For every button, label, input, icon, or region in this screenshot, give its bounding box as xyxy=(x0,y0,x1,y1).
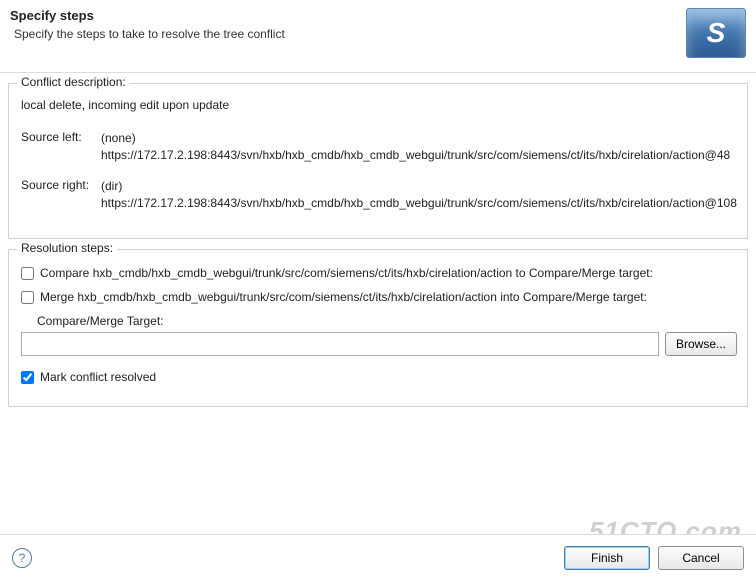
page-subtitle: Specify the steps to take to resolve the… xyxy=(14,27,686,41)
mark-resolved-checkbox[interactable] xyxy=(21,371,34,384)
compare-label: Compare hxb_cmdb/hxb_cmdb_webgui/trunk/s… xyxy=(40,266,653,280)
app-logo-icon: S xyxy=(686,8,746,58)
target-input[interactable] xyxy=(21,332,659,356)
merge-label: Merge hxb_cmdb/hxb_cmdb_webgui/trunk/src… xyxy=(40,290,647,304)
conflict-group-title: Conflict description: xyxy=(17,75,130,89)
merge-checkbox[interactable] xyxy=(21,291,34,304)
source-left-kind: (none) xyxy=(101,130,737,147)
source-right-kind: (dir) xyxy=(101,178,737,195)
compare-checkbox[interactable] xyxy=(21,267,34,280)
dialog-header: Specify steps Specify the steps to take … xyxy=(0,0,756,73)
resolution-group-title: Resolution steps: xyxy=(17,241,117,255)
source-left-value: (none) https://172.17.2.198:8443/svn/hxb… xyxy=(101,130,737,164)
resolution-steps-group: Resolution steps: Compare hxb_cmdb/hxb_c… xyxy=(8,249,748,407)
source-right-value: (dir) https://172.17.2.198:8443/svn/hxb/… xyxy=(101,178,737,212)
merge-checkbox-row[interactable]: Merge hxb_cmdb/hxb_cmdb_webgui/trunk/src… xyxy=(21,290,737,304)
source-left-label: Source left: xyxy=(21,130,101,164)
cancel-button[interactable]: Cancel xyxy=(658,546,744,570)
finish-button[interactable]: Finish xyxy=(564,546,650,570)
compare-checkbox-row[interactable]: Compare hxb_cmdb/hxb_cmdb_webgui/trunk/s… xyxy=(21,266,737,280)
source-left-url: https://172.17.2.198:8443/svn/hxb/hxb_cm… xyxy=(101,147,737,164)
conflict-description: local delete, incoming edit upon update xyxy=(21,98,737,112)
page-title: Specify steps xyxy=(10,8,686,23)
browse-button[interactable]: Browse... xyxy=(665,332,737,356)
dialog-footer: ? Finish Cancel xyxy=(0,534,756,581)
source-right-url: https://172.17.2.198:8443/svn/hxb/hxb_cm… xyxy=(101,195,737,212)
target-label: Compare/Merge Target: xyxy=(37,314,737,328)
source-right-label: Source right: xyxy=(21,178,101,212)
mark-resolved-row[interactable]: Mark conflict resolved xyxy=(21,370,737,384)
mark-resolved-label: Mark conflict resolved xyxy=(40,370,156,384)
help-icon[interactable]: ? xyxy=(12,548,32,568)
conflict-description-group: Conflict description: local delete, inco… xyxy=(8,83,748,239)
